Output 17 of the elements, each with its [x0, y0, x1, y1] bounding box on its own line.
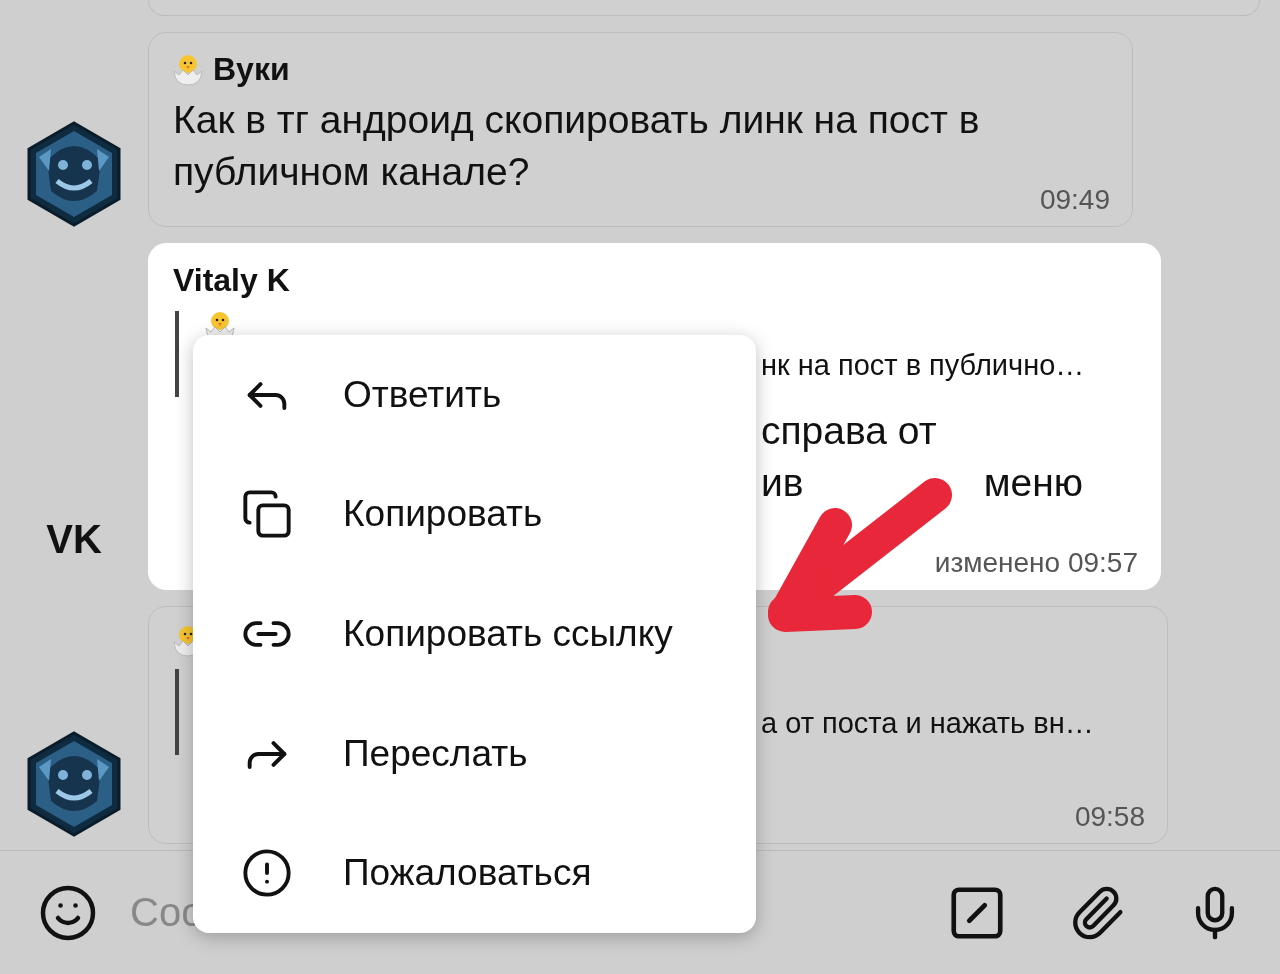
quote-text: нк на пост в публично…: [761, 349, 1086, 382]
message-text: меню: [983, 460, 1083, 506]
message-time: изменено 09:57: [934, 547, 1138, 579]
message-text: Как в тг андроид скопировать линк на пост в публичном канале?: [173, 97, 981, 195]
message-time: 09:58: [1074, 801, 1145, 833]
message-text: ив: [761, 460, 804, 506]
sender-name: Vitaly K: [173, 262, 291, 299]
message-time: 09:49: [1039, 184, 1110, 216]
menu-item[interactable]: Копировать: [193, 464, 756, 565]
menu-item[interactable]: Пожаловаться: [193, 823, 756, 924]
menu-item[interactable]: Переслать: [193, 703, 756, 804]
quote-text: а от поста и нажать вн…: [761, 707, 1095, 740]
message-text: справа от: [761, 408, 937, 454]
sender-initials: VK: [46, 517, 102, 562]
menu-item[interactable]: Ответить: [193, 344, 756, 445]
menu-item[interactable]: Копировать ссылку: [193, 584, 756, 684]
sender-name: Вуки: [213, 51, 290, 88]
